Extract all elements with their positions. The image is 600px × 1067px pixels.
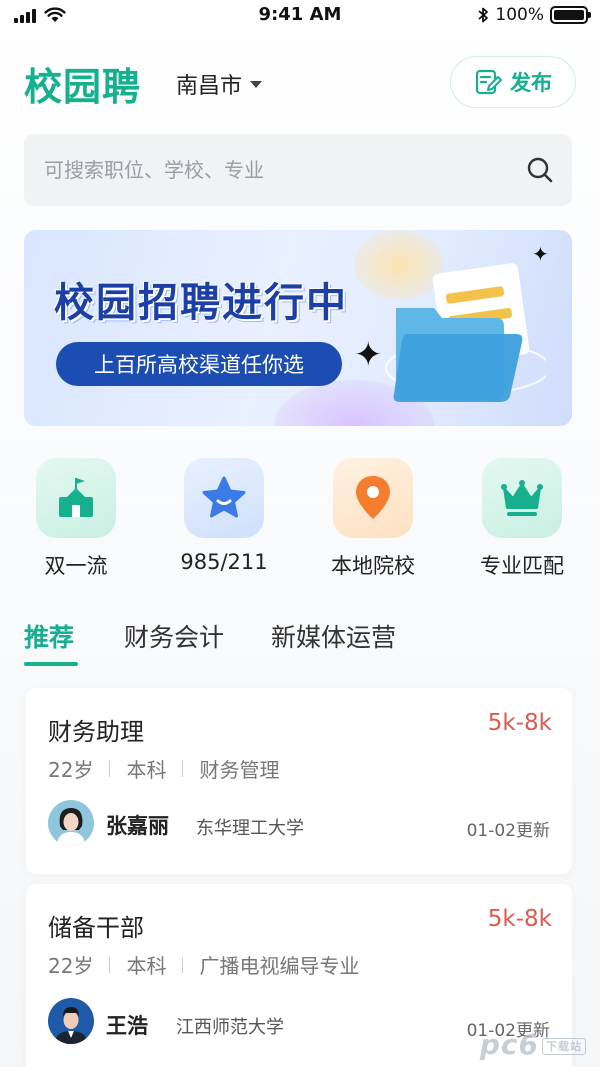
job-salary: 5k-8k	[487, 710, 552, 736]
status-bar: 9:41 AM 100%	[0, 0, 600, 32]
folder-documents-icon	[385, 263, 546, 402]
requirement-major: 财务管理	[199, 758, 280, 782]
battery-percent: 100%	[495, 5, 544, 25]
candidate-school: 东华理工大学	[196, 818, 304, 839]
candidate-name: 张嘉丽	[106, 814, 169, 838]
site-watermark: pc6 下载站	[480, 1028, 586, 1061]
watermark-sub: 下载站	[542, 1038, 586, 1055]
tab-finance-accounting[interactable]: 财务会计	[124, 618, 224, 654]
watermark-text: pc6	[479, 1028, 539, 1061]
publish-button[interactable]: 发布	[450, 56, 576, 108]
requirement-degree: 本科	[126, 758, 167, 782]
job-salary: 5k-8k	[487, 906, 552, 932]
crown-icon	[482, 458, 562, 538]
requirement-age: 22岁	[48, 758, 94, 782]
candidate-school: 江西师范大学	[176, 1017, 284, 1038]
search-icon[interactable]	[526, 156, 554, 184]
bluetooth-icon	[478, 7, 489, 23]
candidate-name: 王浩	[106, 1014, 148, 1038]
battery-icon	[550, 6, 591, 24]
tab-new-media-operations[interactable]: 新媒体运营	[271, 618, 396, 654]
requirement-major: 广播电视编导专业	[199, 954, 360, 978]
banner-title: 校园招聘进行中	[54, 280, 348, 326]
quick-entries: 双一流 985/211 本地院校 专业匹配	[0, 458, 600, 588]
promo-banner[interactable]: 校园招聘进行中 上百所高校渠道任你选 ✦ ✦	[24, 230, 572, 426]
quick-entry-label: 985/211	[180, 550, 268, 574]
job-category-tabs: 推荐 财务会计 新媒体运营	[24, 618, 576, 672]
city-selector[interactable]: 南昌市	[176, 68, 263, 100]
search-input[interactable]	[44, 134, 504, 206]
publish-label: 发布	[510, 71, 552, 95]
divider	[109, 760, 111, 777]
banner-subtitle-pill: 上百所高校渠道任你选	[56, 342, 342, 386]
star-icon	[184, 458, 264, 538]
requirement-age: 22岁	[48, 954, 94, 978]
chevron-down-icon	[250, 80, 263, 88]
app-header: 校园聘 南昌市 发布	[24, 52, 576, 112]
quick-entry-985-211[interactable]: 985/211	[164, 458, 284, 574]
job-card[interactable]: 财务助理 5k-8k 22岁 本科 财务管理 张嘉丽 东华理工大学 01-02更…	[26, 688, 572, 874]
update-time: 01-02更新	[466, 821, 550, 841]
job-title: 财务助理	[48, 718, 144, 746]
search-bar[interactable]	[24, 134, 572, 206]
avatar	[48, 800, 94, 846]
job-requirements: 22岁 本科 广播电视编导专业	[48, 950, 359, 979]
tab-recommended[interactable]: 推荐	[24, 618, 74, 654]
quick-entry-double-first-class[interactable]: 双一流	[16, 458, 136, 580]
school-flag-icon	[36, 458, 116, 538]
edit-document-icon	[475, 69, 502, 95]
requirement-degree: 本科	[126, 954, 167, 978]
avatar	[48, 998, 94, 1044]
job-requirements: 22岁 本科 财务管理	[48, 754, 279, 783]
divider	[182, 760, 184, 777]
quick-entry-major-match[interactable]: 专业匹配	[462, 458, 582, 580]
app-logo: 校园聘	[24, 65, 142, 109]
quick-entry-label: 专业匹配	[480, 554, 564, 578]
job-title: 储备干部	[48, 914, 144, 942]
divider	[109, 956, 111, 973]
active-tab-indicator	[24, 662, 78, 666]
location-pin-icon	[333, 458, 413, 538]
divider	[182, 956, 184, 973]
status-right: 100%	[477, 5, 591, 25]
quick-entry-local-colleges[interactable]: 本地院校	[313, 458, 433, 580]
city-label: 南昌市	[176, 74, 243, 99]
quick-entry-label: 双一流	[44, 554, 108, 578]
quick-entry-label: 本地院校	[331, 554, 415, 578]
